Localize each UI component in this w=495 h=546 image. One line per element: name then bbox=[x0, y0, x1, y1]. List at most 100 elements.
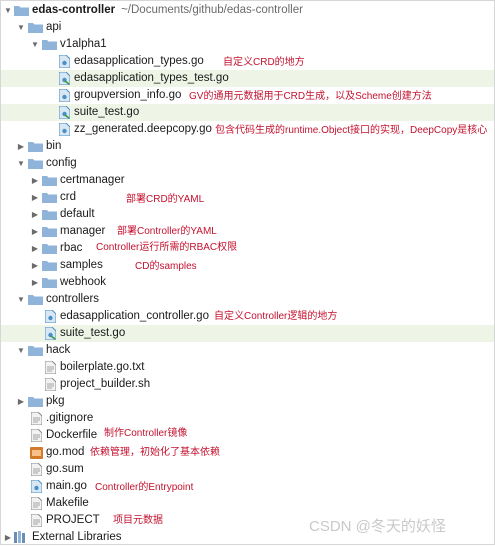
tree-label: edasapplication_controller.go bbox=[60, 310, 209, 322]
tree-label: v1alpha1 bbox=[60, 38, 107, 50]
chevron-down-icon[interactable]: ▼ bbox=[3, 2, 13, 19]
text-file-icon bbox=[31, 514, 42, 527]
folder-icon bbox=[28, 395, 43, 407]
tree-file-project-builder[interactable]: project_builder.sh bbox=[1, 376, 494, 393]
tree-file-edasapplication-types-test[interactable]: edasapplication_types_test.go bbox=[1, 70, 494, 87]
tree-label: Dockerfile bbox=[46, 429, 98, 441]
annotation-dockerfile: 制作Controller镜像 bbox=[104, 428, 188, 439]
tree-label: certmanager bbox=[60, 174, 125, 186]
tree-root[interactable]: ▼ edas-controller ~/Documents/github/edas… bbox=[1, 2, 494, 19]
tree-file-dockerfile[interactable]: Dockerfile bbox=[1, 427, 494, 444]
chevron-down-icon[interactable]: ▼ bbox=[16, 19, 26, 36]
chevron-right-icon[interactable]: ▶ bbox=[30, 206, 40, 223]
chevron-right-icon[interactable]: ▶ bbox=[16, 393, 26, 410]
go-file-icon bbox=[59, 123, 70, 136]
tree-label: PROJECT bbox=[46, 514, 100, 526]
go-file-icon bbox=[59, 55, 70, 68]
tree-folder-api[interactable]: ▼ api bbox=[1, 19, 494, 36]
chevron-right-icon[interactable]: ▶ bbox=[30, 274, 40, 291]
chevron-down-icon[interactable]: ▼ bbox=[16, 291, 26, 308]
folder-icon bbox=[28, 293, 43, 305]
tree-folder-webhook[interactable]: ▶ webhook bbox=[1, 274, 494, 291]
tree-label: webhook bbox=[60, 276, 107, 288]
text-file-icon bbox=[31, 497, 42, 510]
tree-folder-hack[interactable]: ▼ hack bbox=[1, 342, 494, 359]
annotation-rbac: Controller运行所需的RBAC权限 bbox=[96, 242, 238, 253]
folder-icon bbox=[42, 259, 57, 271]
tree-folder-manager[interactable]: ▶ manager bbox=[1, 223, 494, 240]
text-file-icon bbox=[31, 412, 42, 425]
chevron-right-icon[interactable]: ▶ bbox=[16, 138, 26, 155]
tree-label: samples bbox=[60, 259, 103, 271]
annotation-controller: 自定义Controller逻辑的地方 bbox=[214, 311, 338, 322]
tree-file-go-mod[interactable]: go.mod bbox=[1, 444, 494, 461]
folder-icon bbox=[42, 276, 57, 288]
chevron-down-icon[interactable]: ▼ bbox=[16, 155, 26, 172]
tree-label: zz_generated.deepcopy.go bbox=[74, 123, 212, 135]
tree-folder-pkg[interactable]: ▶ pkg bbox=[1, 393, 494, 410]
tree-label: rbac bbox=[60, 242, 83, 254]
tree-label: bin bbox=[46, 140, 62, 152]
annotation-groupversion: GV的通用元数据用于CRD生成，以及Scheme创建方法 bbox=[189, 91, 432, 102]
tree-label: .gitignore bbox=[46, 412, 94, 424]
chevron-down-icon[interactable]: ▼ bbox=[16, 342, 26, 359]
folder-icon bbox=[28, 21, 43, 33]
tree-label: edasapplication_types.go bbox=[74, 55, 204, 67]
library-icon bbox=[14, 531, 28, 543]
tree-folder-rbac[interactable]: ▶ rbac bbox=[1, 240, 494, 257]
tree-folder-config[interactable]: ▼ config bbox=[1, 155, 494, 172]
tree-file-controllers-suite-test[interactable]: suite_test.go bbox=[1, 325, 494, 342]
tree-label: pkg bbox=[46, 395, 65, 407]
tree-file-makefile[interactable]: Makefile bbox=[1, 495, 494, 512]
chevron-right-icon[interactable]: ▶ bbox=[30, 223, 40, 240]
tree-label: go.mod bbox=[46, 446, 85, 458]
tree-label: project_builder.sh bbox=[60, 378, 151, 390]
tree-label: crd bbox=[60, 191, 76, 203]
tree-folder-default[interactable]: ▶ default bbox=[1, 206, 494, 223]
go-file-icon bbox=[31, 480, 42, 493]
tree-label: controllers bbox=[46, 293, 100, 305]
folder-icon bbox=[42, 38, 57, 50]
tree-folder-certmanager[interactable]: ▶ certmanager bbox=[1, 172, 494, 189]
chevron-right-icon[interactable]: ▶ bbox=[30, 172, 40, 189]
text-file-icon bbox=[31, 463, 42, 476]
tree-folder-crd[interactable]: ▶ crd bbox=[1, 189, 494, 206]
tree-label: manager bbox=[60, 225, 106, 237]
annotation-zz-generated: 包含代码生成的runtime.Object接口的实现，DeepCopy是核心 bbox=[215, 125, 488, 136]
tree-label: api bbox=[46, 21, 62, 33]
chevron-right-icon[interactable]: ▶ bbox=[30, 189, 40, 206]
tree-label: suite_test.go bbox=[60, 327, 126, 339]
tree-folder-controllers[interactable]: ▼ controllers bbox=[1, 291, 494, 308]
chevron-right-icon[interactable]: ▶ bbox=[30, 240, 40, 257]
folder-icon bbox=[28, 140, 43, 152]
watermark: CSDN @冬天的妖怪 bbox=[309, 518, 446, 535]
folder-icon bbox=[42, 225, 57, 237]
project-tree-panel: ▼ edas-controller ~/Documents/github/edas… bbox=[0, 0, 495, 545]
tree-file-go-sum[interactable]: go.sum bbox=[1, 461, 494, 478]
tree-folder-v1alpha1[interactable]: ▼ v1alpha1 bbox=[1, 36, 494, 53]
tree-label: Makefile bbox=[46, 497, 89, 509]
annotation-manager: 部署Controller的YAML bbox=[117, 226, 217, 237]
chevron-down-icon[interactable]: ▼ bbox=[30, 36, 40, 53]
go-test-file-icon bbox=[59, 106, 70, 119]
tree-folder-bin[interactable]: ▶ bin bbox=[1, 138, 494, 155]
tree-file-boilerplate[interactable]: boilerplate.go.txt bbox=[1, 359, 494, 376]
tree-label: hack bbox=[46, 344, 71, 356]
chevron-right-icon[interactable]: ▶ bbox=[30, 257, 40, 274]
tree-file-main-go[interactable]: main.go bbox=[1, 478, 494, 495]
annotation-samples: CD的samples bbox=[135, 261, 197, 272]
tree-label: External Libraries bbox=[32, 531, 122, 543]
tree-label: config bbox=[46, 157, 77, 169]
annotation-maingo: Controller的Entrypoint bbox=[95, 482, 194, 493]
annotation-gomod: 依赖管理，初始化了基本依赖 bbox=[90, 447, 220, 458]
chevron-right-icon[interactable]: ▶ bbox=[3, 529, 13, 546]
tree-folder-samples[interactable]: ▶ samples bbox=[1, 257, 494, 274]
folder-icon bbox=[42, 174, 57, 186]
tree-file-gitignore[interactable]: .gitignore bbox=[1, 410, 494, 427]
go-test-file-icon bbox=[59, 72, 70, 85]
tree-label: edasapplication_types_test.go bbox=[74, 72, 229, 84]
go-file-icon bbox=[45, 310, 56, 323]
annotation-project: 项目元数据 bbox=[113, 515, 163, 526]
annotation-types: 自定义CRD的地方 bbox=[223, 57, 305, 68]
tree-file-api-suite-test[interactable]: suite_test.go bbox=[1, 104, 494, 121]
